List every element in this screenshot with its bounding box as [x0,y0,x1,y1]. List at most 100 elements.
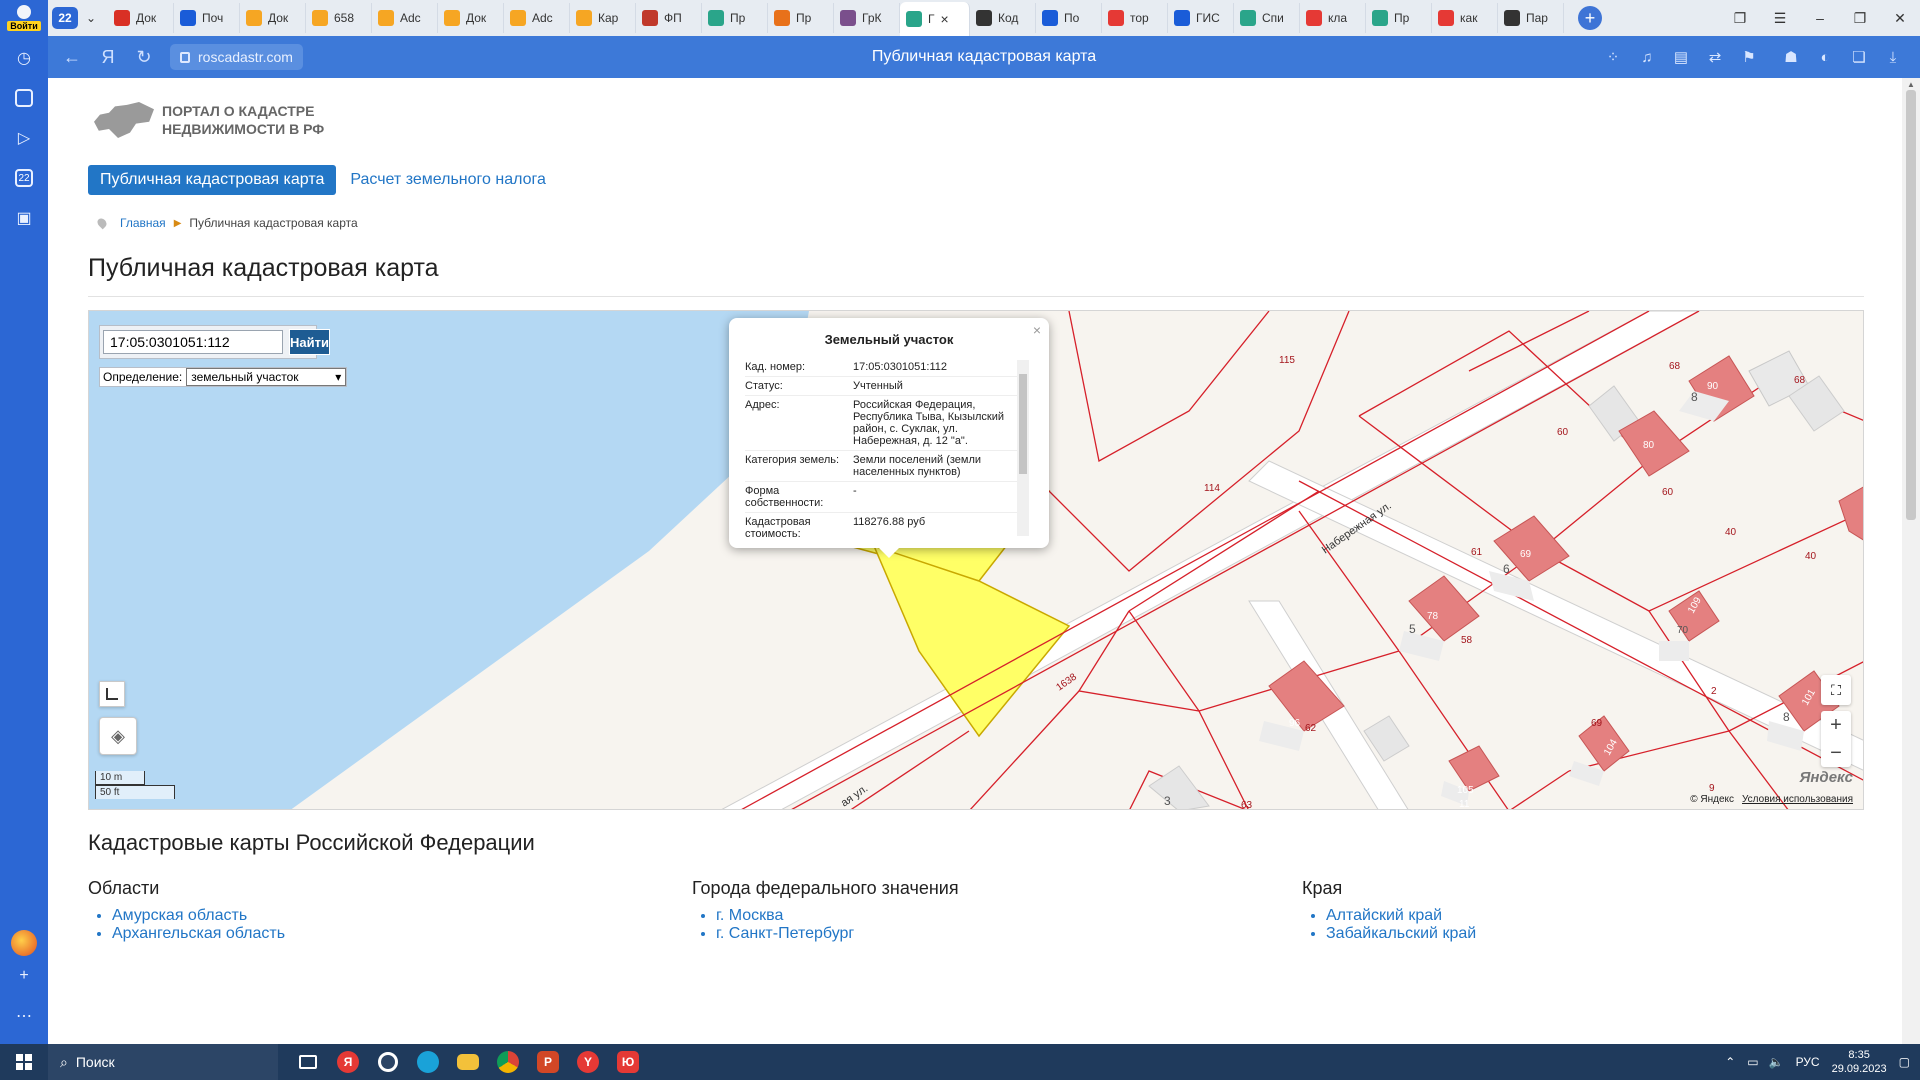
collections-icon[interactable]: ❐ [1720,10,1760,27]
fullscreen-button[interactable]: ⛶ [1821,675,1851,705]
menu-land-tax[interactable]: Расчет земельного налога [350,171,546,189]
popup-close-icon[interactable]: × [1033,322,1041,338]
ccleaner-icon[interactable] [368,1044,408,1080]
browser-tab[interactable]: 658 [306,3,372,33]
browser-tab[interactable]: ГИС [1168,3,1234,33]
yandex-music-icon[interactable]: Ю [608,1044,648,1080]
browser-tab[interactable]: Adc [372,3,438,33]
browser-tab[interactable]: тор [1102,3,1168,33]
taskbar-search[interactable]: ⌕ Поиск [48,1044,278,1080]
screenshot-icon[interactable]: ▣ [0,198,48,238]
login-button[interactable]: Войти [0,0,48,36]
region-link[interactable]: Забайкальский край [1326,925,1476,943]
calendar-icon[interactable]: 22 [0,158,48,198]
region-link[interactable]: г. Санкт-Петербург [716,925,959,943]
vpn-icon[interactable]: ◐ [1808,49,1842,66]
browser-tab[interactable]: Спи [1234,3,1300,33]
tab-close-icon[interactable]: × [941,11,949,27]
url-field[interactable]: roscadastr.com [170,44,303,70]
regions-column-krais: Края Алтайский крайЗабайкальский край [1302,878,1476,943]
tab-label: Adc [400,11,421,25]
minimize-button[interactable]: – [1800,10,1840,26]
translate-icon[interactable]: ⇄ [1698,48,1732,66]
history-icon[interactable]: ◷ [0,38,48,78]
yandex-home-icon[interactable]: Я [90,36,126,78]
apps-icon[interactable]: ⁘ [1596,48,1630,66]
browser-tab[interactable]: кла [1300,3,1366,33]
popup-scrollbar[interactable] [1017,360,1029,536]
reload-icon[interactable]: ↻ [126,36,162,78]
notifications-icon[interactable]: ▢ [1899,1055,1910,1069]
browser-tab[interactable]: Док [108,3,174,33]
close-window-button[interactable]: ✕ [1880,10,1920,27]
menu-public-map[interactable]: Публичная кадастровая карта [88,165,337,195]
downloads-icon[interactable]: ⤓ [1876,49,1910,66]
language-indicator[interactable]: РУС [1796,1055,1820,1069]
edge-icon[interactable] [408,1044,448,1080]
alice-icon[interactable] [11,930,37,956]
region-link[interactable]: г. Москва [716,907,959,925]
yandex-app-icon[interactable]: Я [328,1044,368,1080]
back-arrow-icon[interactable]: ← [54,36,90,78]
cadastral-search-box: Найти [99,325,330,359]
cadastral-number-input[interactable] [103,330,283,354]
notes-icon[interactable] [0,78,48,118]
find-button[interactable]: Найти [289,329,330,355]
browser-tab[interactable]: ГрК [834,3,900,33]
browser-tab[interactable]: Пр [702,3,768,33]
browser-tab-strip: Войти 22 ⌄ Док Поч Док 658 Adc Док Adc Кар ФП Пр П… [0,0,1920,36]
zoom-out-button[interactable]: − [1821,739,1851,767]
new-tab-button[interactable]: + [1578,6,1602,30]
browser-tab[interactable]: Код [970,3,1036,33]
start-button[interactable] [0,1044,48,1080]
region-link[interactable]: Архангельская область [112,925,285,943]
scroll-up-icon[interactable]: ▲ [1907,80,1915,89]
region-link[interactable]: Алтайский край [1326,907,1476,925]
browser-tab[interactable]: ФП [636,3,702,33]
scroll-thumb[interactable] [1906,90,1916,520]
browser-tab[interactable]: По [1036,3,1102,33]
tray-chevron-icon[interactable]: ⌃ [1725,1055,1735,1069]
tabs-dropdown-chevron-icon[interactable]: ⌄ [80,7,102,29]
add-panel-icon[interactable]: + [0,956,48,996]
reader-icon[interactable]: ▤ [1664,48,1698,66]
browser-tab[interactable]: Кар [570,3,636,33]
browser-tab[interactable]: Adc [504,3,570,33]
zoom-in-button[interactable]: + [1821,711,1851,739]
chrome-icon[interactable] [488,1044,528,1080]
extension-icon[interactable]: ☗ [1774,48,1808,66]
page-scrollbar[interactable]: ▲ [1902,78,1920,1044]
sound-muted-icon[interactable]: 🔈 [1769,1055,1784,1069]
browser-tab[interactable]: Пр [768,3,834,33]
breadcrumb-home-link[interactable]: Главная [120,216,166,230]
browser-tab[interactable]: Док [438,3,504,33]
task-view-icon[interactable] [288,1044,328,1080]
browser-tab[interactable]: Пр [1366,3,1432,33]
video-icon[interactable]: ▷ [0,118,48,158]
browser-tab[interactable]: Г × [900,2,970,36]
browser-tab[interactable]: Поч [174,3,240,33]
site-logo[interactable]: ПОРТАЛ О КАДАСТРЕ НЕДВИЖИМОСТИ В РФ [94,102,324,138]
tab-count-badge[interactable]: 22 [52,7,78,29]
network-icon[interactable]: ▭ [1747,1055,1758,1069]
browser-tab[interactable]: Пар [1498,3,1564,33]
restore-button[interactable]: ❐ [1840,10,1880,27]
more-icon[interactable]: ⋯ [0,996,48,1036]
ruler-button[interactable] [99,681,125,707]
powerpoint-icon[interactable]: P [528,1044,568,1080]
browser-tab[interactable]: Док [240,3,306,33]
region-link[interactable]: Амурская область [112,907,285,925]
terms-link[interactable]: Условия использования [1742,794,1853,805]
menu-icon[interactable]: ☰ [1760,10,1800,27]
headphones-icon[interactable]: ♫ [1630,49,1664,66]
bookmark-icon[interactable]: ⚑ [1732,48,1766,66]
layers-button[interactable]: ◈ [99,717,137,755]
browser-tab[interactable]: как [1432,3,1498,33]
yandex-browser-icon[interactable]: Y [568,1044,608,1080]
cadastral-map[interactable]: 112 Набережная ул. 1638 ая ул. 115 114 6… [88,310,1864,810]
explorer-icon[interactable] [448,1044,488,1080]
label-69b: 69 [1591,718,1603,729]
clock[interactable]: 8:35 29.09.2023 [1832,1048,1887,1076]
collections-button-icon[interactable]: ❏ [1842,48,1876,66]
definition-select[interactable]: земельный участок ▾ [186,368,347,386]
